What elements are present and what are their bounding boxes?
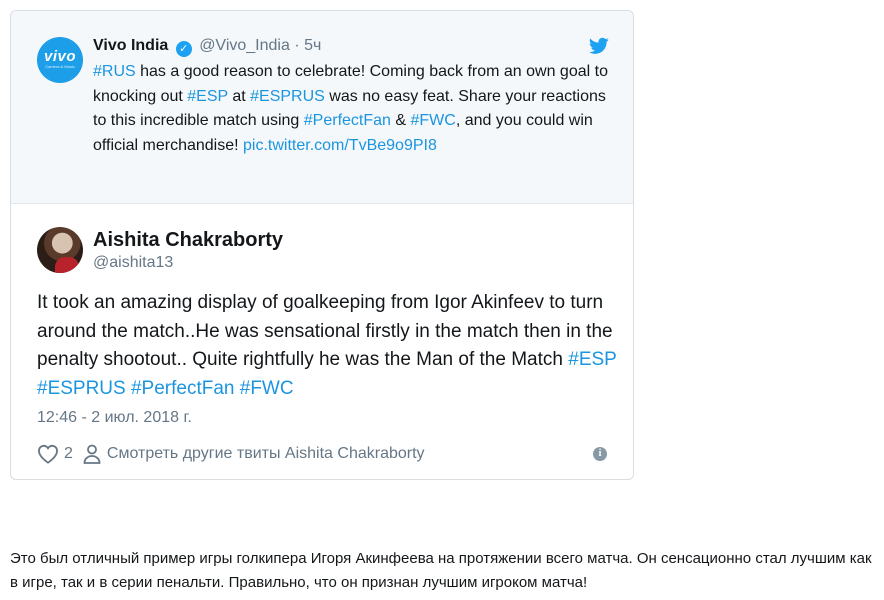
quoted-hashtag[interactable]: #RUS	[93, 63, 136, 80]
twitter-bird-icon[interactable]	[589, 37, 609, 55]
info-icon[interactable]: i	[593, 447, 607, 461]
quoted-hashtag[interactable]: #ESPRUS	[250, 88, 325, 105]
tweet-body: It took an amazing display of goalkeepin…	[37, 292, 613, 370]
quoted-tweet-text: #RUS has a good reason to celebrate! Com…	[93, 60, 613, 158]
vivo-logo-subtext: Camera & Music	[45, 64, 75, 69]
heart-icon[interactable]	[37, 444, 59, 464]
quoted-author-name[interactable]: Vivo India	[93, 37, 168, 54]
quoted-author-handle[interactable]: @Vivo_India	[199, 37, 290, 54]
more-tweets-link[interactable]: Смотреть другие твиты Aishita Chakrabort…	[107, 445, 425, 463]
author-name[interactable]: Aishita Chakraborty	[93, 229, 283, 252]
tweet-actions: 2 Смотреть другие твиты Aishita Chakrabo…	[37, 443, 425, 465]
quoted-hashtag[interactable]: #PerfectFan	[304, 112, 391, 129]
tweet-date[interactable]: 12:46 - 2 июл. 2018 г.	[37, 409, 192, 427]
verified-badge-icon: ✓	[175, 41, 192, 57]
quoted-media-link[interactable]: pic.twitter.com/TvBe9o9PI8	[243, 137, 437, 154]
vivo-logo-text: vivo	[43, 48, 76, 65]
quoted-text-segment: &	[390, 112, 411, 129]
quoted-tweet[interactable]: vivo Camera & Music Vivo India ✓ @Vivo_I…	[11, 11, 633, 204]
quoted-tweet-time[interactable]: 5ч	[304, 37, 321, 54]
user-avatar[interactable]	[37, 227, 83, 273]
header-separator: ·	[294, 37, 300, 54]
tweet-text: It took an amazing display of goalkeepin…	[37, 289, 617, 403]
user-icon	[83, 444, 101, 464]
author-handle[interactable]: @aishita13	[93, 254, 173, 272]
quoted-hashtag[interactable]: #FWC	[411, 112, 456, 129]
quoted-tweet-header: Vivo India ✓ @Vivo_India · 5ч	[93, 37, 321, 57]
like-count[interactable]: 2	[64, 445, 73, 463]
embedded-tweet-card: vivo Camera & Music Vivo India ✓ @Vivo_I…	[10, 10, 634, 480]
article-caption: Это был отличный пример игры голкипера И…	[10, 550, 872, 591]
quoted-hashtag[interactable]: #ESP	[187, 88, 228, 105]
vivo-avatar[interactable]: vivo Camera & Music	[37, 37, 83, 83]
quoted-text-segment: at	[227, 87, 251, 105]
